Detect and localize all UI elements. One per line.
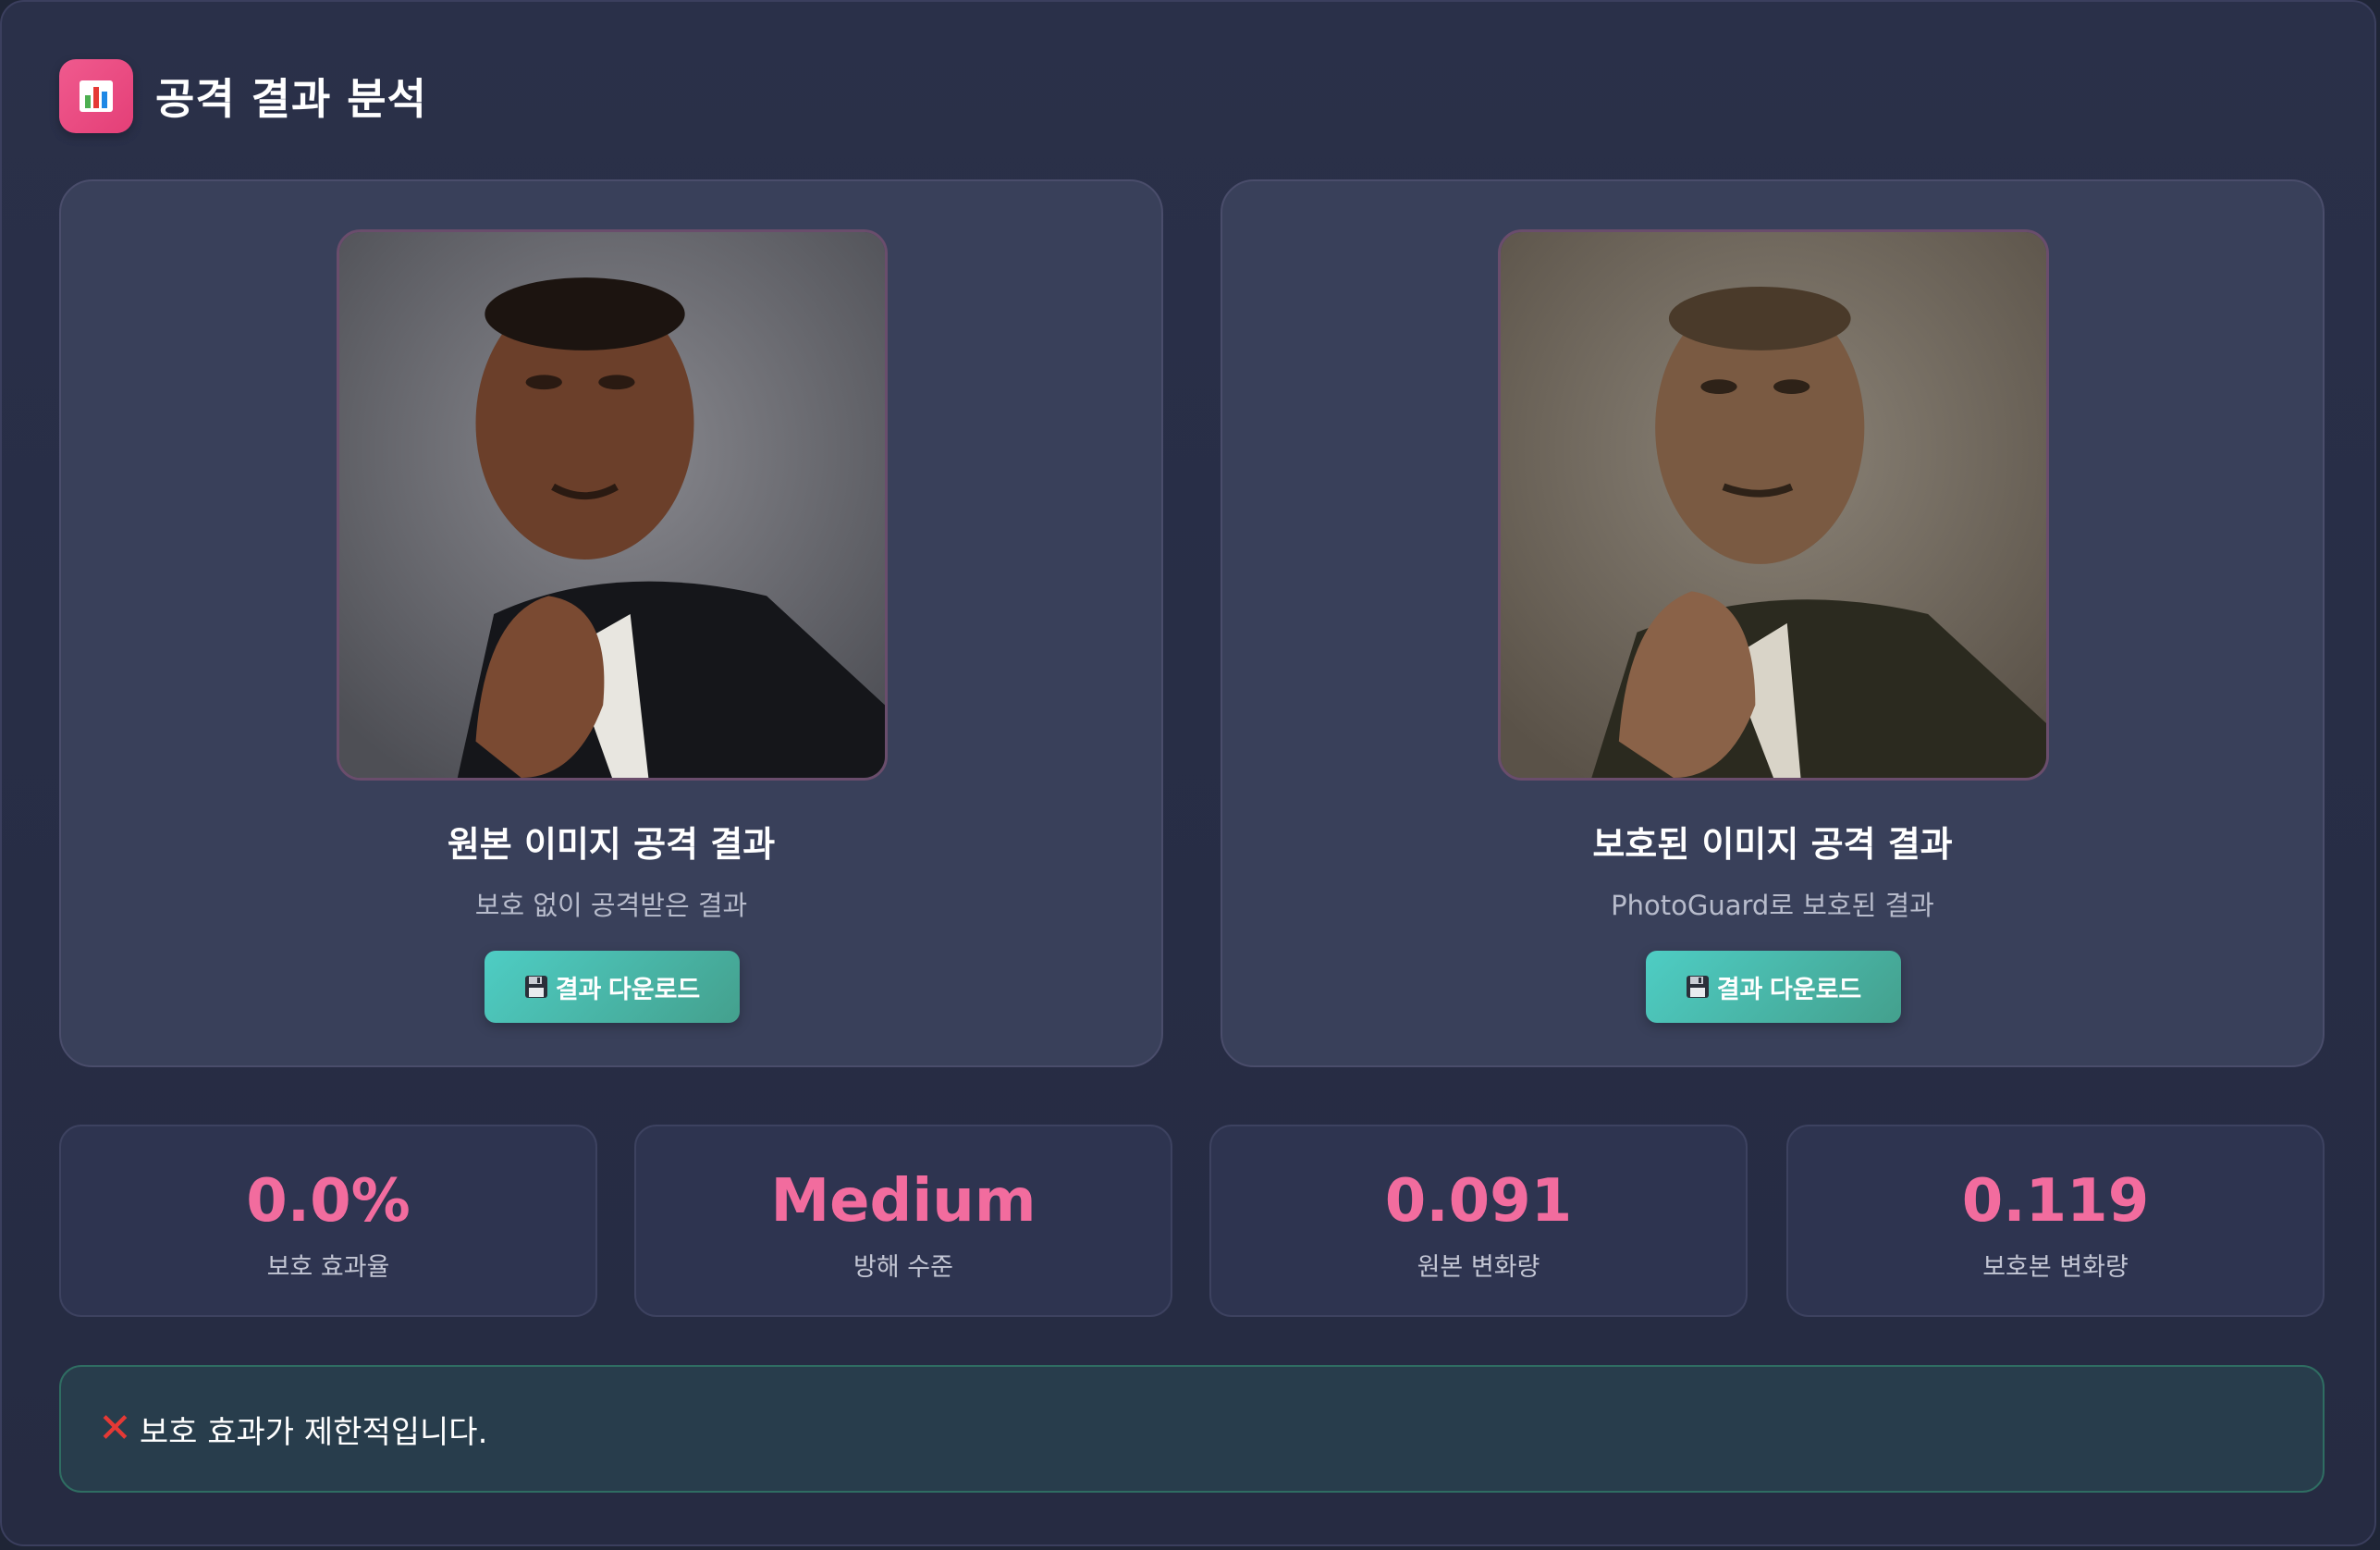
metric-original-change: 0.091 원본 변화량 [1209, 1125, 1748, 1317]
download-button-label: 결과 다운로드 [1716, 975, 1862, 1003]
metric-value: Medium [770, 1167, 1037, 1236]
protected-result-card: 보호된 이미지 공격 결과 PhotoGuard로 보호된 결과 결과 다운로드 [1221, 179, 2325, 1067]
metric-label: 방해 수준 [853, 1253, 953, 1282]
download-result-button[interactable]: 결과 다운로드 [1646, 951, 1901, 1023]
metric-value: 0.091 [1384, 1167, 1573, 1236]
metric-value: 0.0% [246, 1167, 411, 1236]
metric-value: 0.119 [1961, 1167, 2150, 1236]
card-subtitle: PhotoGuard로 보호된 결과 [1611, 890, 1934, 921]
metric-label: 원본 변화량 [1417, 1253, 1540, 1282]
cross-mark-icon: ✕ [98, 1405, 132, 1452]
status-message: 보호 효과가 제한적입니다. [139, 1413, 488, 1451]
download-button-label: 결과 다운로드 [555, 975, 701, 1003]
metric-label: 보호 효과율 [266, 1253, 390, 1282]
metric-protection-rate: 0.0% 보호 효과율 [59, 1125, 597, 1317]
floppy-disk-icon [1686, 976, 1709, 998]
bar-chart-icon [59, 59, 133, 133]
metric-protected-change: 0.119 보호본 변화량 [1786, 1125, 2325, 1317]
protected-attack-image [1498, 229, 2049, 781]
floppy-disk-icon [524, 976, 547, 998]
page-title: 공격 결과 분석 [155, 74, 427, 124]
original-result-card: 원본 이미지 공격 결과 보호 없이 공격받은 결과 결과 다운로드 [59, 179, 1163, 1067]
original-attack-image [337, 229, 888, 781]
result-status-banner: ✕ 보호 효과가 제한적입니다. [59, 1365, 2325, 1493]
analysis-panel: 공격 결과 분석 원본 이미지 공격 결과 보호 없이 공격받은 결과 결과 다… [0, 0, 2376, 1546]
card-title: 보호된 이미지 공격 결과 [1592, 824, 1953, 865]
panel-header: 공격 결과 분석 [59, 59, 427, 133]
metric-disruption-level: Medium 방해 수준 [634, 1125, 1172, 1317]
card-title: 원본 이미지 공격 결과 [447, 824, 776, 865]
metric-label: 보호본 변화량 [1982, 1253, 2129, 1282]
download-result-button[interactable]: 결과 다운로드 [485, 951, 740, 1023]
card-subtitle: 보호 없이 공격받은 결과 [474, 890, 748, 921]
